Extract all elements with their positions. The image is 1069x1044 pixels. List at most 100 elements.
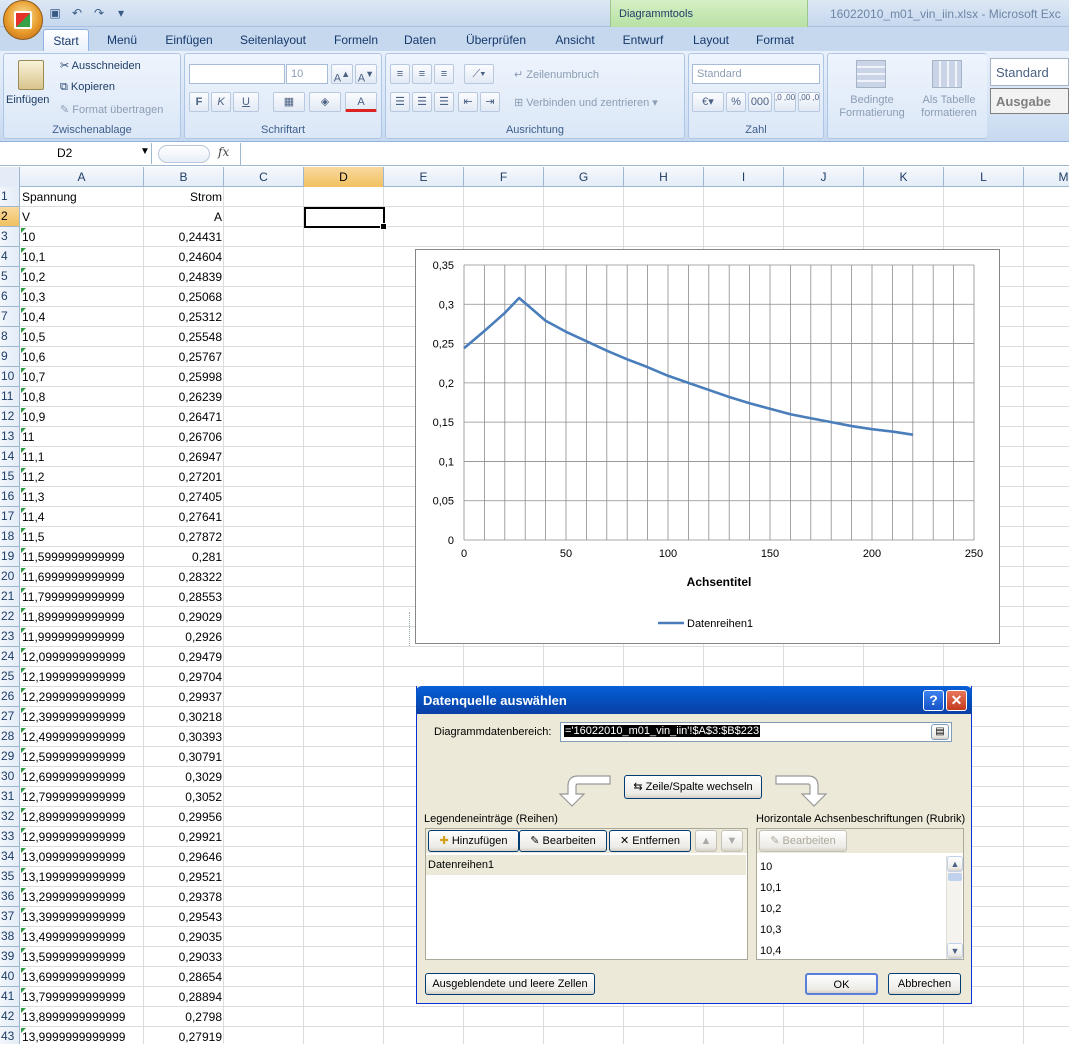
cell-a16[interactable]: 11,3 — [22, 487, 144, 507]
format-painter-button[interactable]: ✎ Format übertragen — [60, 103, 163, 116]
cell-a25[interactable]: 12,1999999999999 — [22, 667, 144, 687]
cell-b11[interactable]: 0,26239 — [146, 387, 222, 407]
cell-b37[interactable]: 0,29543 — [146, 907, 222, 927]
scroll-down-icon[interactable]: ▼ — [947, 943, 963, 959]
cell-b14[interactable]: 0,26947 — [146, 447, 222, 467]
tab-start[interactable]: Start — [43, 29, 89, 51]
row-header-6[interactable]: 6 — [0, 287, 20, 307]
cell-a37[interactable]: 13,3999999999999 — [22, 907, 144, 927]
align-center-icon[interactable]: ☰ — [412, 92, 432, 112]
column-header-d[interactable]: D — [304, 167, 384, 187]
axis-label-item[interactable]: 10,3 — [760, 921, 940, 939]
align-top-icon[interactable]: ≡ — [390, 64, 410, 84]
cell-b7[interactable]: 0,25312 — [146, 307, 222, 327]
name-box-dropdown-icon[interactable]: ▼ — [140, 146, 150, 157]
cell-b39[interactable]: 0,29033 — [146, 947, 222, 967]
style-ausgabe[interactable]: Ausgabe — [990, 88, 1069, 114]
axis-label-item[interactable]: 10,2 — [760, 900, 940, 918]
row-header-19[interactable]: 19 — [0, 547, 20, 567]
row-header-25[interactable]: 25 — [0, 667, 20, 687]
cut-button[interactable]: ✂ Ausschneiden — [60, 59, 141, 72]
row-header-1[interactable]: 1 — [0, 187, 20, 207]
column-header-h[interactable]: H — [624, 167, 704, 187]
remove-series-button[interactable]: ✕ Entfernen — [609, 830, 691, 852]
cell-a11[interactable]: 10,8 — [22, 387, 144, 407]
column-header-a[interactable]: A — [20, 167, 144, 187]
axis-list-scrollbar[interactable]: ▲ ▼ — [946, 856, 963, 959]
tab-seitenlayout[interactable]: Seitenlayout — [230, 29, 316, 51]
increase-indent-icon[interactable]: ⇥ — [480, 92, 500, 112]
cell-a22[interactable]: 11,8999999999999 — [22, 607, 144, 627]
column-header-g[interactable]: G — [544, 167, 624, 187]
cell-a34[interactable]: 13,0999999999999 — [22, 847, 144, 867]
orientation-icon[interactable]: ⟋▾ — [464, 64, 494, 84]
cell-b9[interactable]: 0,25767 — [146, 347, 222, 367]
row-header-3[interactable]: 3 — [0, 227, 20, 247]
cell-b1[interactable]: Strom — [146, 187, 222, 207]
office-button[interactable] — [3, 0, 43, 40]
row-header-30[interactable]: 30 — [0, 767, 20, 787]
cell-a29[interactable]: 12,5999999999999 — [22, 747, 144, 767]
column-header-i[interactable]: I — [704, 167, 784, 187]
column-header-m[interactable]: M — [1024, 167, 1069, 187]
row-header-38[interactable]: 38 — [0, 927, 20, 947]
row-header-16[interactable]: 16 — [0, 487, 20, 507]
currency-icon[interactable]: €▾ — [692, 92, 724, 112]
row-header-21[interactable]: 21 — [0, 587, 20, 607]
cell-b5[interactable]: 0,24839 — [146, 267, 222, 287]
tab-formeln[interactable]: Formeln — [324, 29, 388, 51]
format-as-table-button[interactable]: Als Tabelle formatieren — [914, 94, 984, 120]
cell-a10[interactable]: 10,7 — [22, 367, 144, 387]
cell-a19[interactable]: 11,5999999999999 — [22, 547, 144, 567]
cell-a39[interactable]: 13,5999999999999 — [22, 947, 144, 967]
cell-a28[interactable]: 12,4999999999999 — [22, 727, 144, 747]
merge-center-button[interactable]: ⊞ Verbinden und zentrieren ▾ — [514, 96, 658, 109]
font-name-combo[interactable] — [189, 64, 285, 84]
row-header-37[interactable]: 37 — [0, 907, 20, 927]
cell-a21[interactable]: 11,7999999999999 — [22, 587, 144, 607]
cell-a5[interactable]: 10,2 — [22, 267, 144, 287]
cell-a2[interactable]: V — [22, 207, 144, 227]
row-header-23[interactable]: 23 — [0, 627, 20, 647]
cell-b29[interactable]: 0,30791 — [146, 747, 222, 767]
cell-a20[interactable]: 11,6999999999999 — [22, 567, 144, 587]
row-header-20[interactable]: 20 — [0, 567, 20, 587]
borders-icon[interactable]: ▦ — [273, 92, 305, 112]
row-header-8[interactable]: 8 — [0, 327, 20, 347]
undo-icon[interactable]: ↶ — [68, 5, 86, 21]
cell-a15[interactable]: 11,2 — [22, 467, 144, 487]
italic-button[interactable]: K — [211, 92, 231, 112]
percent-button[interactable]: % — [726, 92, 746, 112]
bold-button[interactable]: F — [189, 92, 209, 112]
cell-a6[interactable]: 10,3 — [22, 287, 144, 307]
cell-b22[interactable]: 0,29029 — [146, 607, 222, 627]
cell-b25[interactable]: 0,29704 — [146, 667, 222, 687]
paste-button[interactable]: Einfügen — [6, 94, 49, 106]
add-series-button[interactable]: ✚ Hinzufügen — [428, 830, 519, 852]
row-header-43[interactable]: 43 — [0, 1027, 20, 1044]
cell-a32[interactable]: 12,8999999999999 — [22, 807, 144, 827]
series-item[interactable]: Datenreihen1 — [426, 855, 746, 875]
axis-label-item[interactable]: 10 — [760, 858, 940, 876]
align-bottom-icon[interactable]: ≡ — [434, 64, 454, 84]
active-cell-d2[interactable] — [304, 207, 387, 230]
cell-b10[interactable]: 0,25998 — [146, 367, 222, 387]
customize-qat-icon[interactable]: ▾ — [112, 5, 130, 21]
chart[interactable]: 0 0,05 0,1 0,15 0,2 0,25 0,3 0,35 0 50 100 150 200 25… — [415, 249, 1000, 644]
style-standard[interactable]: Standard — [990, 58, 1069, 86]
formula-input[interactable] — [240, 143, 1069, 165]
cell-b16[interactable]: 0,27405 — [146, 487, 222, 507]
row-header-42[interactable]: 42 — [0, 1007, 20, 1027]
cell-a36[interactable]: 13,2999999999999 — [22, 887, 144, 907]
row-header-5[interactable]: 5 — [0, 267, 20, 287]
cell-a8[interactable]: 10,5 — [22, 327, 144, 347]
row-header-33[interactable]: 33 — [0, 827, 20, 847]
cell-b20[interactable]: 0,28322 — [146, 567, 222, 587]
cell-a1[interactable]: Spannung — [22, 187, 144, 207]
row-header-24[interactable]: 24 — [0, 647, 20, 667]
cell-b23[interactable]: 0,2926 — [146, 627, 222, 647]
row-header-18[interactable]: 18 — [0, 527, 20, 547]
cell-a24[interactable]: 12,0999999999999 — [22, 647, 144, 667]
scroll-up-icon[interactable]: ▲ — [947, 856, 963, 872]
move-up-icon[interactable]: ▲ — [695, 830, 717, 852]
